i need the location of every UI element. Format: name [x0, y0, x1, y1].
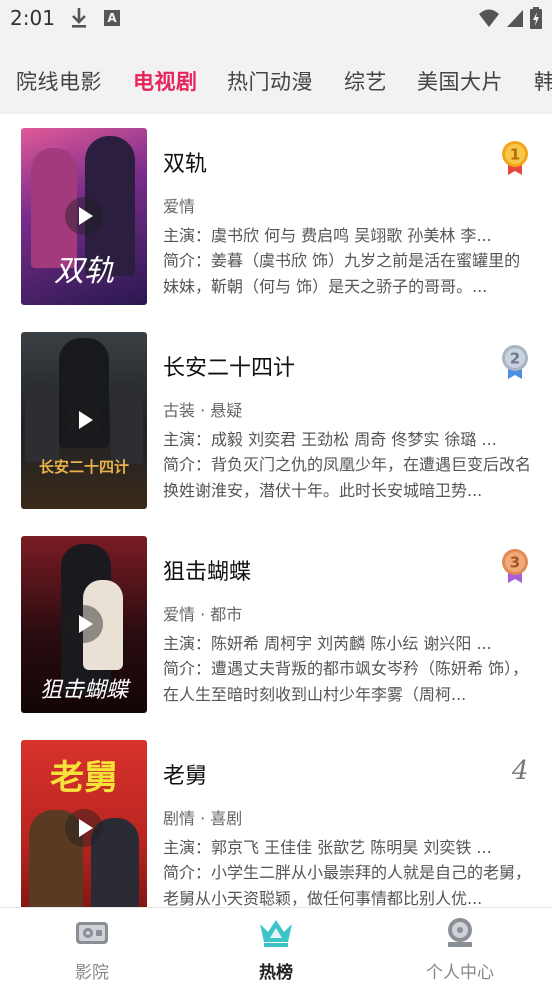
item-intro: 简介：背负灭门之仇的凤凰少年，在遭遇巨变后改名换姓谢淮安，潜伏十年。此时长安城暗…	[163, 455, 531, 500]
status-bar: 2:01 A	[0, 0, 552, 38]
item-title: 双轨	[163, 152, 208, 177]
bottom-nav: 影院 热榜 个人中心	[0, 907, 552, 983]
item-genre: 剧情 · 喜剧	[163, 809, 243, 828]
list-item[interactable]: 长安二十四计 长安二十四计 2 古装 · 悬疑 主演：成毅 刘奕君 王劲松 周奇…	[0, 318, 552, 522]
tab-us-movies[interactable]: 美国大片	[417, 66, 503, 96]
ranking-list: 双轨 双轨 1 爱情 主演：虞书欣 何与 费启鸣 吴翊歌 孙美林 李... 简介…	[0, 114, 552, 907]
item-title: 老舅	[163, 764, 208, 789]
poster-figure-right	[111, 380, 143, 464]
rank-number: 4	[512, 756, 529, 786]
signal-icon	[507, 10, 523, 27]
item-genre: 爱情 · 都市	[163, 605, 243, 624]
poster-image[interactable]: 狙击蝴蝶	[21, 536, 147, 713]
crown-icon	[260, 920, 292, 947]
nav-cinema[interactable]: 影院	[0, 908, 184, 983]
tab-korean[interactable]: 韩	[534, 66, 552, 96]
battery-icon	[530, 7, 542, 29]
item-cast: 主演：虞书欣 何与 费启鸣 吴翊歌 孙美林 李...	[163, 226, 492, 245]
play-icon[interactable]	[65, 401, 103, 439]
poster-image[interactable]: 双轨	[21, 128, 147, 305]
tab-cinema-movies[interactable]: 院线电影	[16, 66, 102, 96]
item-cast: 主演：陈妍希 周柯宇 刘芮麟 陈小纭 谢兴阳 ...	[163, 634, 492, 653]
bronze-medal-icon: 3	[502, 549, 528, 583]
system-icons	[478, 7, 542, 29]
item-cast: 主演：郭京飞 王佳佳 张歆艺 陈明昊 刘奕铁 ...	[163, 838, 492, 857]
play-icon[interactable]	[65, 809, 103, 847]
item-title: 狙击蝴蝶	[163, 560, 252, 585]
item-title: 长安二十四计	[163, 356, 296, 381]
medal-number: 1	[510, 146, 520, 164]
item-cast: 主演：成毅 刘奕君 王劲松 周奇 佟梦实 徐璐 ...	[163, 430, 497, 449]
nav-label: 热榜	[259, 963, 293, 983]
tab-tv-series[interactable]: 电视剧	[133, 66, 198, 96]
poster-title-text: 狙击蝴蝶	[39, 678, 128, 703]
category-tabs: 院线电影 电视剧 热门动漫 综艺 美国大片 韩	[0, 38, 552, 114]
medal-number: 3	[510, 554, 520, 572]
poster-title-text: 老舅	[50, 758, 118, 798]
status-time: 2:01	[10, 6, 55, 30]
silver-medal-icon: 2	[502, 345, 528, 379]
cinema-icon	[76, 922, 108, 944]
medal-number: 2	[510, 350, 520, 368]
item-intro: 简介：姜暮（虞书欣 饰）九岁之前是活在蜜罐里的妹妹，靳朝（何与 饰）是天之骄子的…	[163, 251, 521, 296]
poster-image[interactable]: 长安二十四计	[21, 332, 147, 509]
nav-label: 影院	[75, 963, 109, 983]
play-icon[interactable]	[65, 197, 103, 235]
profile-icon	[448, 918, 472, 947]
nav-label: 个人中心	[426, 963, 494, 983]
item-genre: 爱情	[163, 197, 196, 216]
download-icon	[72, 8, 86, 28]
item-genre: 古装 · 悬疑	[163, 401, 243, 420]
tab-anime[interactable]: 热门动漫	[227, 66, 313, 96]
nav-hot-list[interactable]: 热榜	[184, 908, 368, 983]
wifi-icon	[479, 9, 499, 27]
nav-profile[interactable]: 个人中心	[368, 908, 552, 983]
gold-medal-icon: 1	[502, 141, 528, 175]
tab-variety[interactable]: 综艺	[344, 66, 387, 96]
poster-image[interactable]: 老舅	[21, 740, 147, 907]
list-item[interactable]: 狙击蝴蝶 狙击蝴蝶 3 爱情 · 都市 主演：陈妍希 周柯宇 刘芮麟 陈小纭 谢…	[0, 522, 552, 726]
play-icon[interactable]	[65, 605, 103, 643]
poster-figure-left	[25, 382, 59, 462]
poster-title-text: 长安二十四计	[38, 458, 129, 476]
item-intro: 简介：小学生二胖从小最崇拜的人就是自己的老舅，老舅从小天资聪颖，做任何事情都比别…	[163, 863, 531, 907]
list-item[interactable]: 老舅 老舅 4 剧情 · 喜剧 主演：郭京飞 王佳佳 张歆艺 陈明昊 刘奕铁 .…	[0, 726, 552, 907]
list-item[interactable]: 双轨 双轨 1 爱情 主演：虞书欣 何与 费启鸣 吴翊歌 孙美林 李... 简介…	[0, 114, 552, 318]
item-intro: 简介：遭遇丈夫背叛的都市飒女岑矜（陈妍希 饰），在人生至暗时刻收到山村少年李雾（…	[163, 659, 529, 704]
poster-title-text: 双轨	[54, 254, 114, 289]
a-badge-icon: A	[104, 10, 120, 26]
